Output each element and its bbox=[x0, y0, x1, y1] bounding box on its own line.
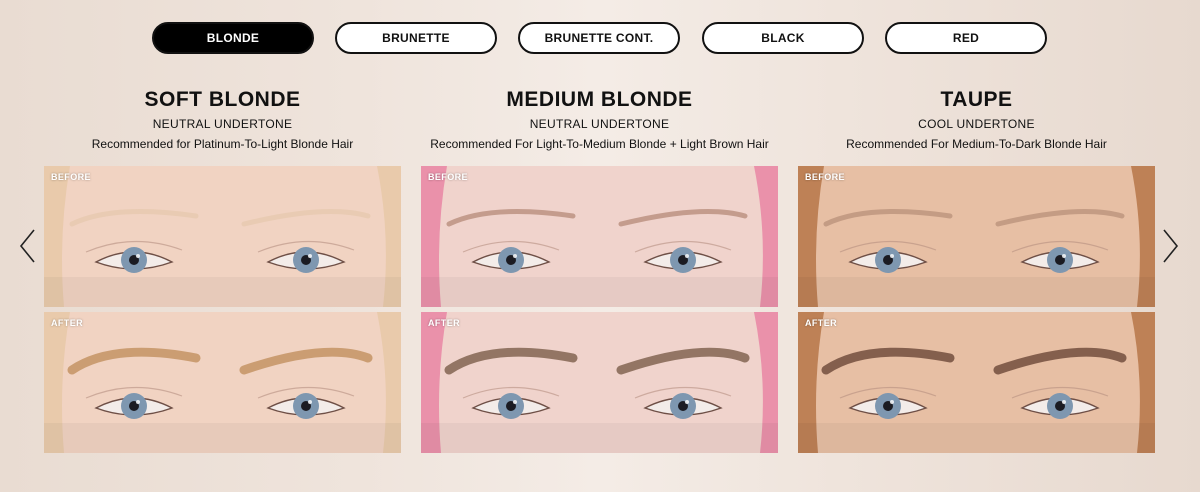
shade-card-medium-blonde[interactable]: MEDIUM BLONDE NEUTRAL UNDERTONE Recommen… bbox=[421, 86, 778, 453]
before-photo: BEFORE bbox=[44, 166, 401, 307]
tab-brunette[interactable]: BRUNETTE bbox=[335, 22, 497, 54]
after-face-image bbox=[421, 312, 778, 453]
after-label: AFTER bbox=[805, 318, 837, 328]
shade-undertone: COOL UNDERTONE bbox=[918, 117, 1035, 131]
after-label: AFTER bbox=[428, 318, 460, 328]
shade-undertone: NEUTRAL UNDERTONE bbox=[529, 117, 670, 131]
shade-card-soft-blonde[interactable]: SOFT BLONDE NEUTRAL UNDERTONE Recommende… bbox=[44, 86, 401, 453]
before-face-image bbox=[421, 166, 778, 307]
tab-red[interactable]: RED bbox=[885, 22, 1047, 54]
shade-recommendation: Recommended For Medium-To-Dark Blonde Ha… bbox=[846, 137, 1107, 151]
shade-title: SOFT BLONDE bbox=[144, 88, 301, 111]
before-label: BEFORE bbox=[51, 172, 91, 182]
prev-arrow-button[interactable] bbox=[18, 228, 38, 264]
next-arrow-button[interactable] bbox=[1160, 228, 1180, 264]
after-label: AFTER bbox=[51, 318, 83, 328]
before-photo: BEFORE bbox=[421, 166, 778, 307]
shade-title: MEDIUM BLONDE bbox=[506, 88, 693, 111]
shade-recommendation: Recommended for Platinum-To-Light Blonde… bbox=[91, 137, 354, 151]
shade-recommendation: Recommended For Light-To-Medium Blonde +… bbox=[430, 137, 769, 151]
after-face-image bbox=[44, 312, 401, 453]
chevron-right-icon bbox=[1163, 229, 1179, 263]
chevron-left-icon bbox=[19, 229, 35, 263]
after-photo: AFTER bbox=[421, 312, 778, 453]
tab-brunette-cont[interactable]: BRUNETTE CONT. bbox=[518, 22, 680, 54]
after-face-image bbox=[798, 312, 1155, 453]
before-face-image bbox=[44, 166, 401, 307]
before-label: BEFORE bbox=[428, 172, 468, 182]
shade-family-tabs: BLONDE BRUNETTE BRUNETTE CONT. BLACK RED bbox=[0, 22, 1200, 56]
before-label: BEFORE bbox=[805, 172, 845, 182]
after-photo: AFTER bbox=[44, 312, 401, 453]
tab-black[interactable]: BLACK bbox=[702, 22, 864, 54]
shade-undertone: NEUTRAL UNDERTONE bbox=[152, 117, 293, 131]
shade-title: TAUPE bbox=[940, 88, 1013, 111]
before-face-image bbox=[798, 166, 1155, 307]
shade-card-taupe[interactable]: TAUPE COOL UNDERTONE Recommended For Med… bbox=[798, 86, 1155, 453]
after-photo: AFTER bbox=[798, 312, 1155, 453]
before-photo: BEFORE bbox=[798, 166, 1155, 307]
tab-blonde[interactable]: BLONDE bbox=[152, 22, 314, 54]
